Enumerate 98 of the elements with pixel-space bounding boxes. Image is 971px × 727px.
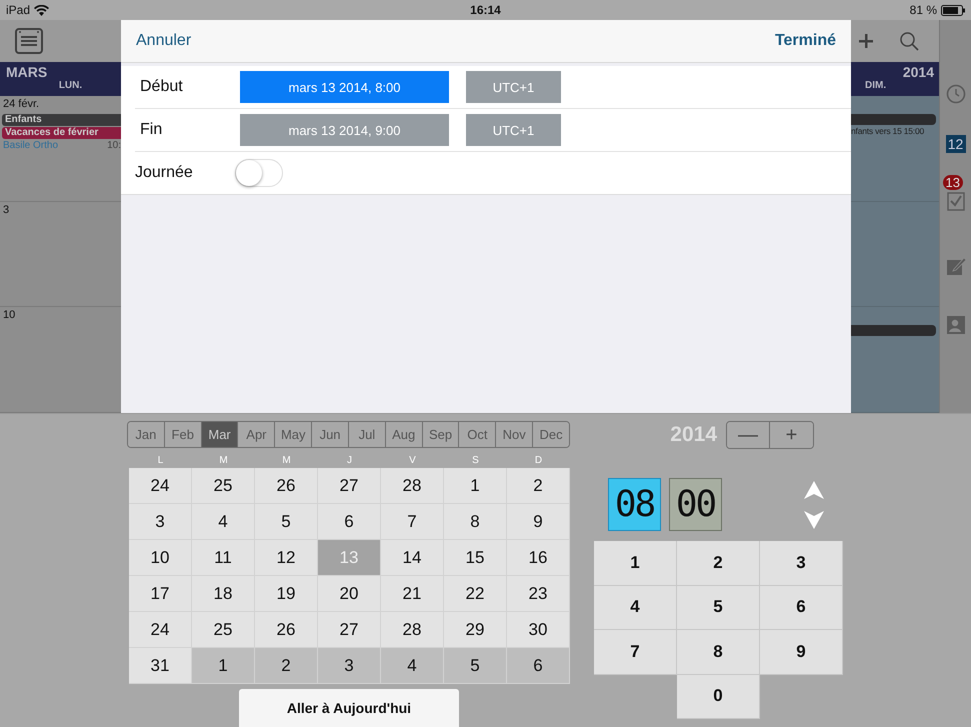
day-number: 10: [2, 309, 16, 322]
month-title: MARS: [6, 64, 48, 80]
cancel-button[interactable]: Annuler: [136, 32, 192, 50]
day-cell[interactable]: 1: [192, 648, 255, 684]
day-cell[interactable]: 2: [255, 648, 318, 684]
year-title: 2014: [902, 64, 934, 80]
event-time: 10:: [107, 140, 121, 151]
add-icon[interactable]: [859, 34, 873, 48]
day-cell[interactable]: 27: [318, 468, 381, 504]
keypad-key[interactable]: 1: [594, 541, 677, 586]
event-title[interactable]: nfants vers 15 15:00: [851, 126, 939, 136]
time-digits[interactable]: 00: [669, 478, 722, 531]
day-cell[interactable]: 24: [129, 612, 192, 648]
day-cell[interactable]: 22: [444, 576, 507, 612]
day-cell[interactable]: 17: [129, 576, 192, 612]
battery-percent: 81 %: [910, 3, 937, 17]
day-cell[interactable]: 8: [444, 504, 507, 540]
device-name: iPad: [6, 3, 30, 17]
weekday-label: J: [346, 454, 353, 468]
day-cell[interactable]: 10: [129, 540, 192, 576]
field-label: Début: [139, 78, 184, 96]
event-bar[interactable]: [851, 325, 936, 336]
weekday-label: M: [218, 454, 229, 468]
time-digits[interactable]: 08: [608, 478, 661, 531]
day-cell[interactable]: 3: [129, 504, 192, 540]
keypad-key[interactable]: 0: [677, 674, 760, 719]
day-cell[interactable]: 12: [255, 540, 318, 576]
down-arrow-icon[interactable]: [804, 510, 824, 528]
day-cell[interactable]: 25: [192, 612, 255, 648]
day-cell[interactable]: 20: [318, 576, 381, 612]
day-cell[interactable]: 4: [192, 504, 255, 540]
clock-time: 16:14: [470, 3, 501, 17]
event-bar[interactable]: Vacances de février: [2, 127, 121, 139]
day-cell[interactable]: 16: [507, 540, 570, 576]
year-decrement-button[interactable]: —: [727, 422, 770, 448]
day-cell[interactable]: 15: [444, 540, 507, 576]
day-cell[interactable]: 28: [381, 612, 444, 648]
keypad-key[interactable]: 4: [594, 586, 677, 630]
day-cell[interactable]: 29: [444, 612, 507, 648]
keypad-key[interactable]: 9: [760, 630, 843, 674]
search-icon[interactable]: [900, 32, 919, 50]
keypad-key[interactable]: 6: [760, 586, 843, 630]
day-cell[interactable]: 14: [381, 540, 444, 576]
date-button[interactable]: mars 13 2014, 8:00: [240, 71, 449, 103]
day-cell[interactable]: 6: [507, 648, 570, 684]
day-number: 24 févr.: [2, 98, 40, 110]
day-cell[interactable]: 25: [192, 468, 255, 504]
field-label: Journée: [135, 164, 194, 182]
calendar-list-icon[interactable]: [15, 28, 43, 54]
day-cell[interactable]: 11: [192, 540, 255, 576]
checklist-icon[interactable]: [946, 191, 964, 211]
keypad-key[interactable]: 8: [677, 630, 760, 674]
day-cell[interactable]: 9: [507, 504, 570, 540]
day-cell[interactable]: 2: [507, 468, 570, 504]
clock-icon[interactable]: [946, 84, 966, 104]
today-button[interactable]: Aller à Aujourd'hui: [239, 689, 459, 727]
day-cell[interactable]: 6: [318, 504, 381, 540]
day-cell[interactable]: 1: [444, 468, 507, 504]
weekday-heading: DIM.: [864, 80, 886, 91]
contact-icon[interactable]: [946, 316, 964, 334]
day-cell[interactable]: 31: [129, 648, 192, 684]
tasks-badge: 13: [942, 175, 963, 190]
day-cell[interactable]: 21: [381, 576, 444, 612]
weekday-label: D: [534, 454, 544, 468]
field-label: Fin: [139, 121, 164, 139]
day-cell[interactable]: 3: [318, 648, 381, 684]
up-arrow-icon[interactable]: [804, 480, 824, 498]
day-cell[interactable]: 28: [381, 468, 444, 504]
calendar-day-icon[interactable]: 12: [946, 135, 966, 153]
day-cell[interactable]: 23: [507, 576, 570, 612]
keypad-key[interactable]: 5: [677, 586, 760, 630]
battery-icon: [941, 4, 965, 16]
wifi-icon: [34, 4, 50, 16]
day-cell[interactable]: 18: [192, 576, 255, 612]
day-cell[interactable]: 24: [129, 468, 192, 504]
weekday-label: L: [156, 454, 164, 468]
day-cell[interactable]: 30: [507, 612, 570, 648]
day-cell[interactable]: 26: [255, 468, 318, 504]
month-tab[interactable]: Mar: [202, 422, 238, 447]
day-cell[interactable]: 5: [255, 504, 318, 540]
done-button[interactable]: Terminé: [774, 32, 836, 50]
keypad-key[interactable]: 3: [760, 541, 843, 586]
event-bar[interactable]: Enfants: [2, 114, 121, 126]
weekday-heading: LUN.: [58, 80, 82, 91]
note-edit-icon[interactable]: [946, 256, 966, 276]
day-cell[interactable]: 4: [381, 648, 444, 684]
keypad-key[interactable]: 2: [677, 541, 760, 586]
day-cell[interactable]: 26: [255, 612, 318, 648]
day-cell[interactable]: 5: [444, 648, 507, 684]
day-cell[interactable]: 27: [318, 612, 381, 648]
day-number: 3: [2, 204, 10, 216]
weekday-label: V: [408, 454, 417, 468]
weekday-label: S: [471, 454, 480, 468]
weekday-label: M: [281, 454, 292, 468]
day-cell[interactable]: 7: [381, 504, 444, 540]
all-day-toggle[interactable]: [235, 159, 283, 187]
day-cell[interactable]: 19: [255, 576, 318, 612]
keypad-key[interactable]: 7: [594, 630, 677, 674]
